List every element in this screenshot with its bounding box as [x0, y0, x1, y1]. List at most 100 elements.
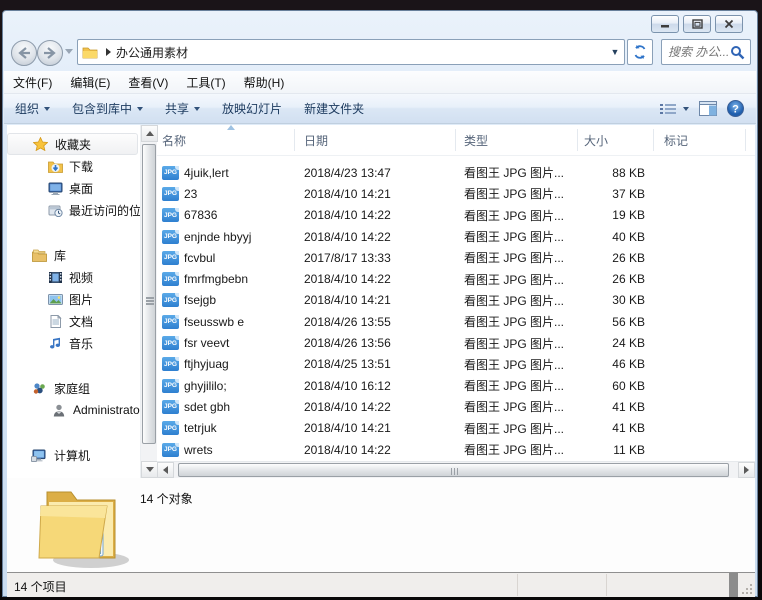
search-input[interactable] — [662, 45, 730, 59]
jpg-file-icon: JPG — [162, 166, 179, 180]
file-date: 2018/4/10 14:21 — [295, 421, 456, 435]
status-block — [729, 573, 738, 597]
file-list: 名称日期类型大小标记 JPG4juik,lert2018/4/23 13:47看… — [157, 125, 755, 478]
sidebar-scrollbar[interactable] — [140, 125, 157, 478]
address-bar[interactable]: 办公通用素材 ▼ — [77, 39, 625, 65]
back-button[interactable] — [11, 40, 37, 66]
close-button[interactable] — [715, 15, 743, 33]
column-header[interactable]: 类型 — [456, 129, 578, 151]
file-row[interactable]: JPG4juik,lert2018/4/23 13:47看图王 JPG 图片..… — [157, 162, 755, 183]
minimize-button[interactable] — [651, 15, 679, 33]
file-name: 23 — [184, 187, 197, 201]
sidebar-group-header[interactable]: 收藏夹 — [7, 133, 138, 155]
file-name: fcvbul — [184, 251, 215, 265]
menu-item[interactable]: 编辑(E) — [61, 74, 119, 91]
menu-bar: 文件(F)编辑(E)查看(V)工具(T)帮助(H) — [4, 71, 756, 94]
file-size: 37 KB — [578, 187, 654, 201]
preview-pane-button[interactable] — [699, 101, 717, 116]
file-type: 看图王 JPG 图片... — [456, 185, 578, 202]
file-date: 2018/4/26 13:56 — [295, 336, 456, 350]
column-header[interactable]: 大小 — [578, 129, 654, 151]
sort-ascending-icon — [227, 125, 235, 130]
file-row[interactable]: JPGfseusswb e2018/4/26 13:55看图王 JPG 图片..… — [157, 311, 755, 332]
sidebar-group-header[interactable]: 计算机 — [7, 444, 140, 466]
file-row[interactable]: JPGftjhyjuag2018/4/25 13:51看图王 JPG 图片...… — [157, 354, 755, 375]
file-row[interactable]: JPGwrets2018/4/10 14:22看图王 JPG 图片...11 K… — [157, 439, 755, 460]
sidebar-item-label: 桌面 — [69, 180, 93, 197]
sidebar-item[interactable]: 文档 — [7, 310, 140, 332]
sidebar-item-label: 最近访问的位置 — [69, 202, 140, 219]
file-row[interactable]: JPG678362018/4/10 14:22看图王 JPG 图片...19 K… — [157, 205, 755, 226]
file-date: 2018/4/10 14:21 — [295, 187, 456, 201]
sidebar-item[interactable]: 最近访问的位置 — [7, 199, 140, 221]
toolbar-button[interactable]: 放映幻灯片 — [211, 100, 293, 117]
change-view-button[interactable] — [659, 102, 689, 116]
breadcrumb[interactable]: 办公通用素材 — [116, 44, 606, 61]
sidebar-item[interactable]: 视频 — [7, 266, 140, 288]
file-row[interactable]: JPGghyjililo;2018/4/10 16:12看图王 JPG 图片..… — [157, 375, 755, 396]
file-type: 看图王 JPG 图片... — [456, 271, 578, 288]
file-type: 看图王 JPG 图片... — [456, 164, 578, 181]
chevron-down-icon — [137, 107, 143, 111]
sidebar-item[interactable]: 下载 — [7, 155, 140, 177]
file-date: 2018/4/10 14:21 — [295, 293, 456, 307]
scroll-left-button[interactable] — [157, 462, 174, 478]
menu-item[interactable]: 帮助(H) — [235, 74, 294, 91]
file-row[interactable]: JPG232018/4/10 14:21看图王 JPG 图片...37 KB — [157, 183, 755, 204]
videos-icon — [47, 269, 63, 285]
address-dropdown-icon[interactable]: ▼ — [606, 47, 624, 57]
documents-icon — [47, 313, 63, 329]
file-row[interactable]: JPGfcvbul2017/8/17 13:33看图王 JPG 图片...26 … — [157, 247, 755, 268]
column-header[interactable]: 标记 — [654, 129, 746, 151]
toolbar-button[interactable]: 组织 — [4, 100, 61, 117]
sidebar-group-header[interactable]: 库 — [7, 244, 140, 266]
navigation-bar: 办公通用素材 ▼ — [3, 37, 757, 71]
sidebar-group-header[interactable]: 家庭组 — [7, 377, 140, 399]
file-type: 看图王 JPG 图片... — [456, 377, 578, 394]
chevron-down-icon — [194, 107, 200, 111]
horizontal-scrollbar[interactable] — [157, 461, 755, 478]
column-header[interactable]: 名称 — [157, 129, 295, 151]
file-row[interactable]: JPGfsr veevt2018/4/26 13:56看图王 JPG 图片...… — [157, 332, 755, 353]
file-row[interactable]: JPGfmrfmgbebn2018/4/10 14:22看图王 JPG 图片..… — [157, 268, 755, 289]
file-row[interactable]: JPGtetrjuk2018/4/10 14:21看图王 JPG 图片...41… — [157, 418, 755, 439]
toolbar-button[interactable]: 新建文件夹 — [293, 100, 375, 117]
recent-pages-dropdown[interactable] — [65, 49, 73, 54]
toolbar-button[interactable]: 共享 — [154, 100, 211, 117]
maximize-button[interactable] — [683, 15, 711, 33]
folder-icon — [82, 45, 98, 59]
views-icon — [659, 102, 677, 116]
sidebar-item[interactable]: 图片 — [7, 288, 140, 310]
sidebar-group: 库视频图片文档音乐 — [7, 244, 140, 354]
refresh-button[interactable] — [627, 39, 653, 65]
toolbar-button[interactable]: 包含到库中 — [61, 100, 154, 117]
column-header[interactable]: 日期 — [295, 129, 456, 151]
file-size: 60 KB — [578, 379, 654, 393]
file-row[interactable]: JPGsdet gbh2018/4/10 14:22看图王 JPG 图片...4… — [157, 396, 755, 417]
search-icon[interactable] — [730, 45, 745, 60]
file-name: fsejgb — [184, 293, 216, 307]
menu-item[interactable]: 查看(V) — [119, 74, 177, 91]
file-row[interactable]: JPGfsejgb2018/4/10 14:21看图王 JPG 图片...30 … — [157, 290, 755, 311]
search-box[interactable] — [661, 39, 751, 65]
breadcrumb-arrow-icon — [104, 47, 112, 57]
file-name: sdet gbh — [184, 400, 230, 414]
hscrollbar-thumb[interactable] — [178, 463, 729, 477]
file-type: 看图王 JPG 图片... — [456, 207, 578, 224]
help-button[interactable]: ? — [727, 100, 744, 117]
sidebar-item[interactable]: 桌面 — [7, 177, 140, 199]
file-row[interactable]: JPGenjnde hbyyj2018/4/10 14:22看图王 JPG 图片… — [157, 226, 755, 247]
file-size: 26 KB — [578, 251, 654, 265]
sidebar-item[interactable]: Administrator — [7, 399, 140, 421]
resize-grip[interactable] — [742, 584, 752, 594]
toolbar-button-label: 放映幻灯片 — [222, 100, 282, 117]
scroll-down-button[interactable] — [141, 461, 158, 478]
menu-item[interactable]: 文件(F) — [4, 74, 61, 91]
forward-button[interactable] — [37, 40, 63, 66]
selection-summary: 14 个对象 — [140, 490, 193, 507]
scroll-up-button[interactable] — [141, 125, 158, 142]
sidebar-item[interactable]: 音乐 — [7, 332, 140, 354]
scroll-right-button[interactable] — [738, 462, 755, 478]
scrollbar-thumb[interactable] — [142, 144, 156, 444]
menu-item[interactable]: 工具(T) — [177, 74, 234, 91]
